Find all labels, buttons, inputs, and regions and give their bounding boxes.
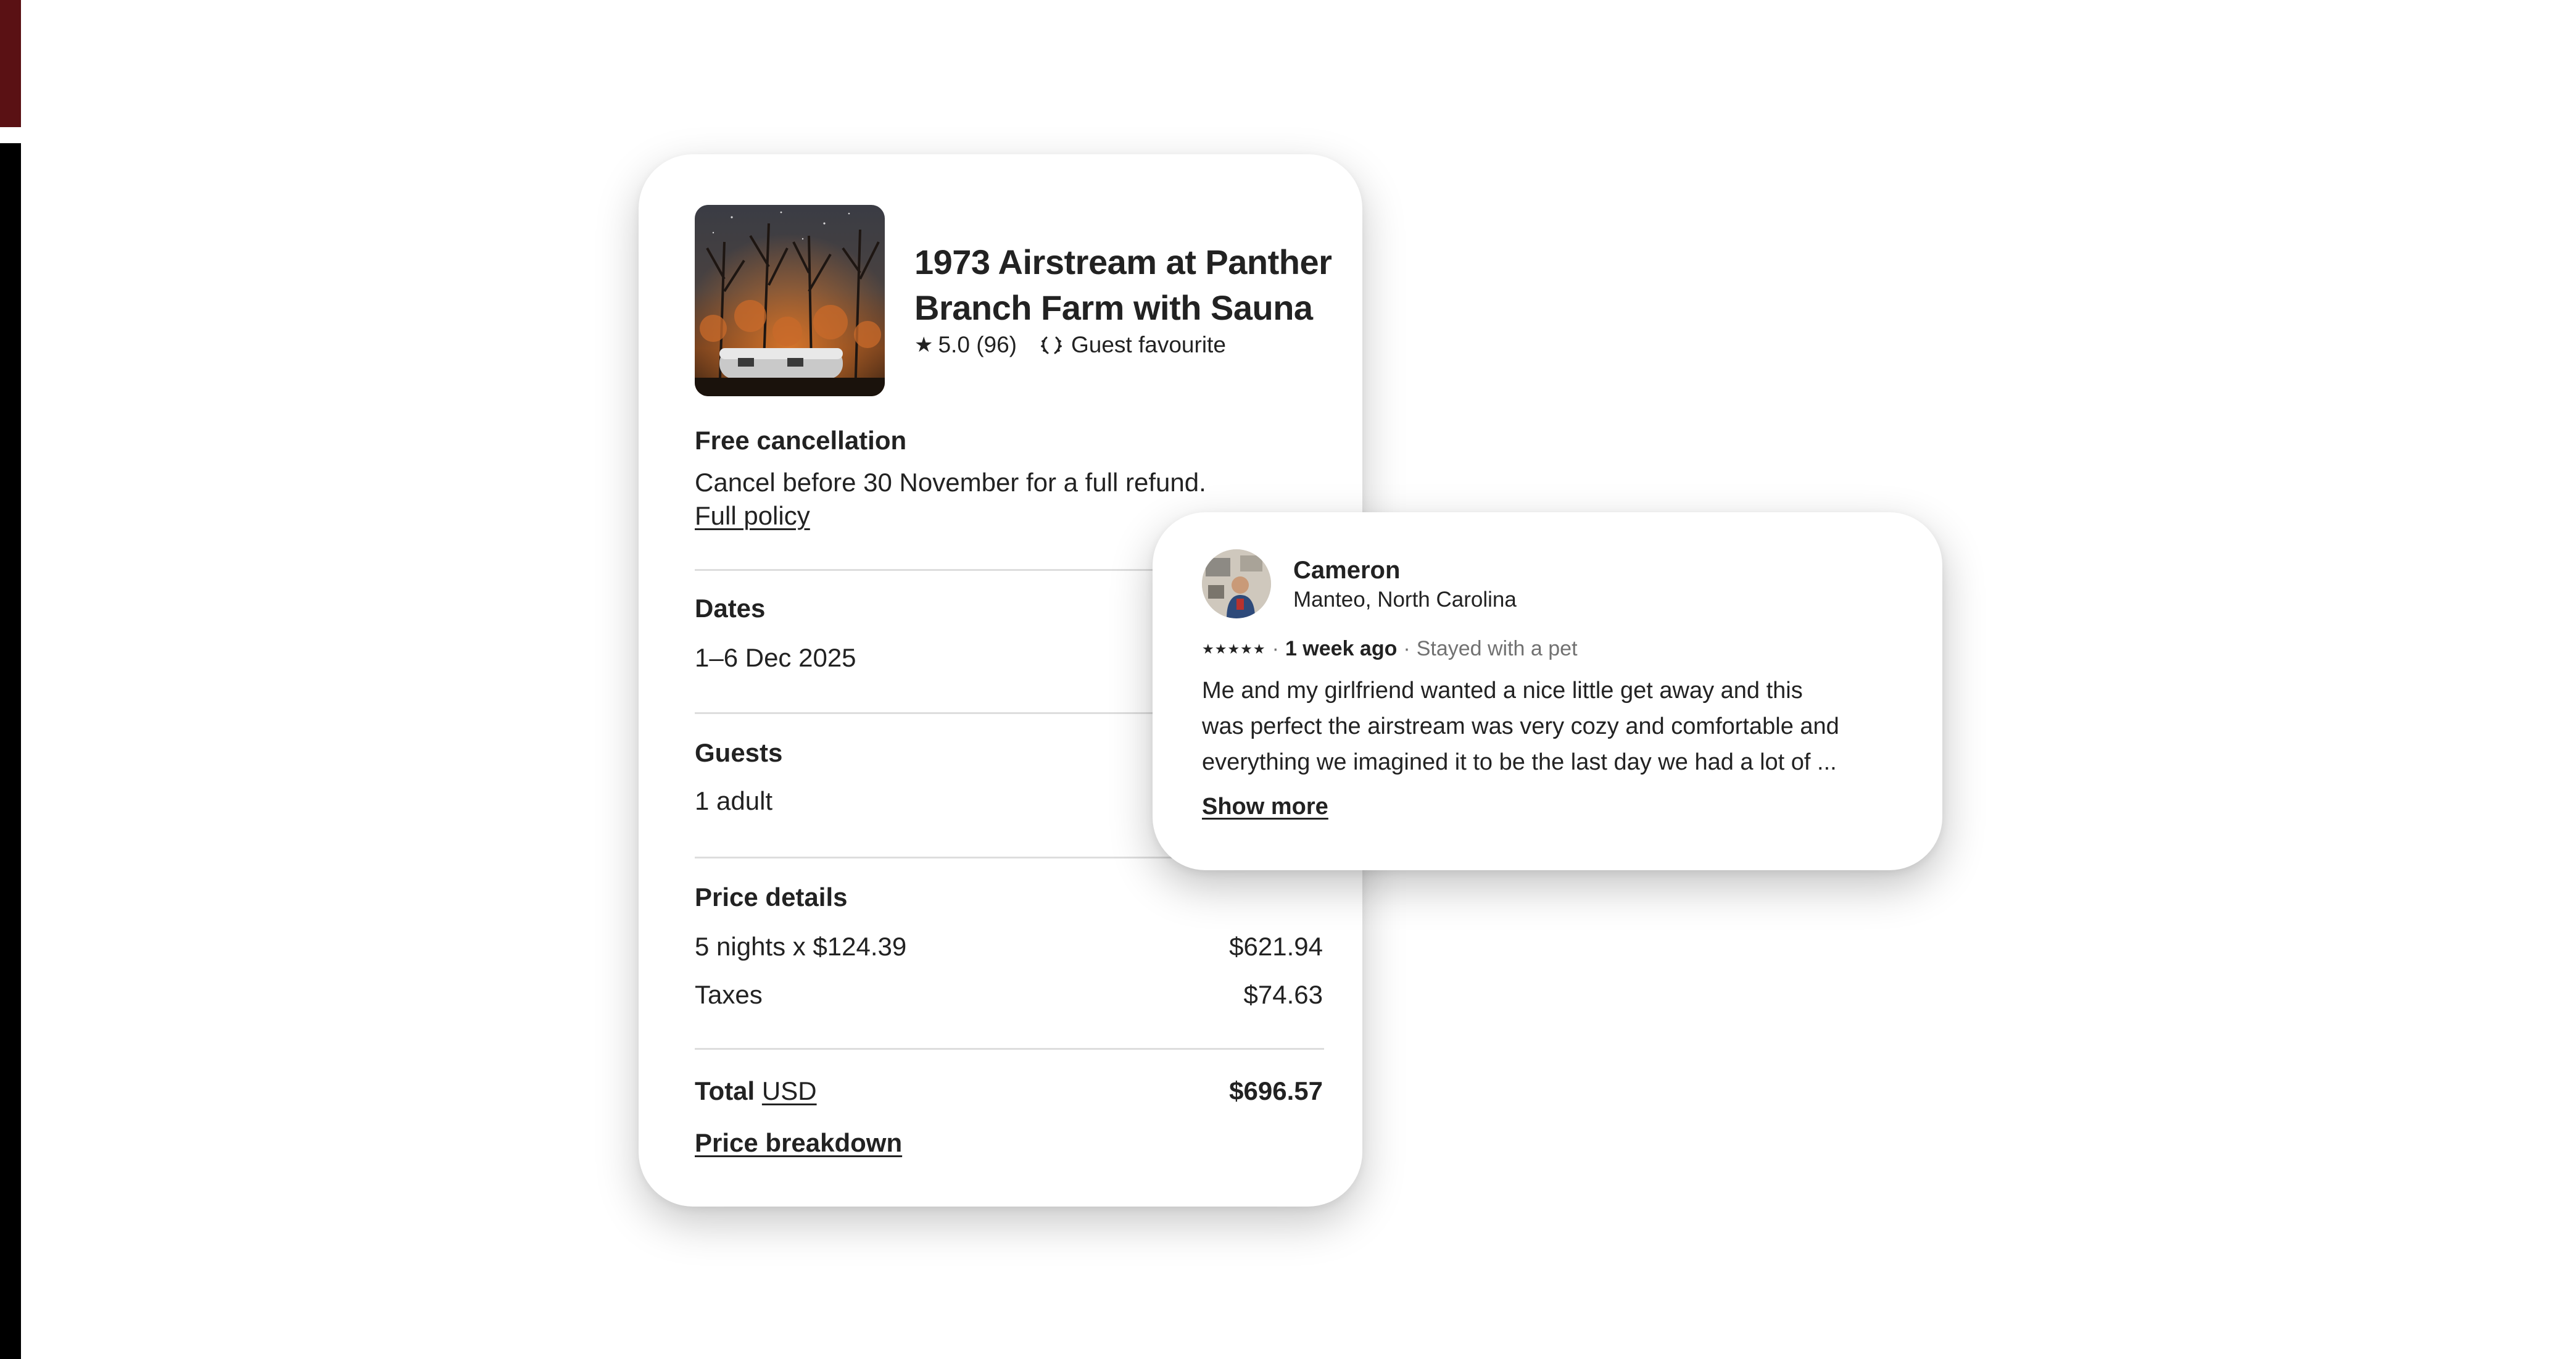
taxes-label: Taxes [695,980,763,1009]
page: 1973 Airstream at Panther Branch Farm wi… [0,0,2576,1359]
nights-price: $621.94 [1229,932,1323,961]
price-details-heading: Price details [695,883,848,912]
listing-title: 1973 Airstream at Panther Branch Farm wi… [914,243,1332,327]
reviewer-avatar-icon [1202,549,1271,618]
cancellation-text: Cancel before 30 November for a full ref… [695,468,1206,497]
dates-heading: Dates [695,594,766,623]
avatar [1202,549,1271,618]
currency-link[interactable]: USD [762,1076,817,1105]
review-stars-icon: ★★★★★ [1202,641,1266,657]
show-more-button[interactable]: Show more [1202,794,1328,820]
guests-heading: Guests [695,738,783,767]
stay-type: Stayed with a pet [1416,637,1578,660]
cancellation-heading: Free cancellation [695,426,907,455]
total-label: Total [695,1076,755,1105]
reviewer-name: Cameron [1293,557,1401,584]
price-breakdown-link[interactable]: Price breakdown [695,1128,902,1158]
dates-value: 1–6 Dec 2025 [695,643,856,672]
full-policy-link[interactable]: Full policy [695,501,810,531]
guest-favourite-badge: Guest favourite [1071,332,1226,357]
taxes-price: $74.63 [1243,980,1323,1009]
star-icon: ★ [914,333,934,357]
review-card: Cameron Manteo, North Carolina ★★★★★ · 1… [1153,512,1942,870]
nights-label: 5 nights x $124.39 [695,932,907,961]
review-meta: ★★★★★ · 1 week ago · Stayed with a pet [1202,637,1578,660]
review-line: everything we imagined it to be the last… [1202,749,1837,775]
review-text: Me and my girlfriend wanted a nice littl… [1202,673,1893,780]
total-row-label: Total USD [695,1076,817,1106]
laurel-icon [1041,336,1062,354]
airstream-forest-photo-icon [695,205,885,396]
rating-row: ★ 5.0 (96) Guest favourite [914,332,1226,358]
edge-bar-top [0,0,21,127]
review-date: 1 week ago [1285,637,1398,660]
edge-bar-bottom [0,143,21,1359]
guests-value: 1 adult [695,786,773,815]
review-line: Me and my girlfriend wanted a nice littl… [1202,678,1803,704]
total-price: $696.57 [1229,1076,1323,1105]
reviewer-location: Manteo, North Carolina [1293,588,1517,612]
review-line: was perfect the airstream was very cozy … [1202,713,1839,739]
divider [695,1048,1324,1050]
rating-value: 5.0 (96) [938,332,1017,357]
listing-thumbnail[interactable] [695,205,885,396]
